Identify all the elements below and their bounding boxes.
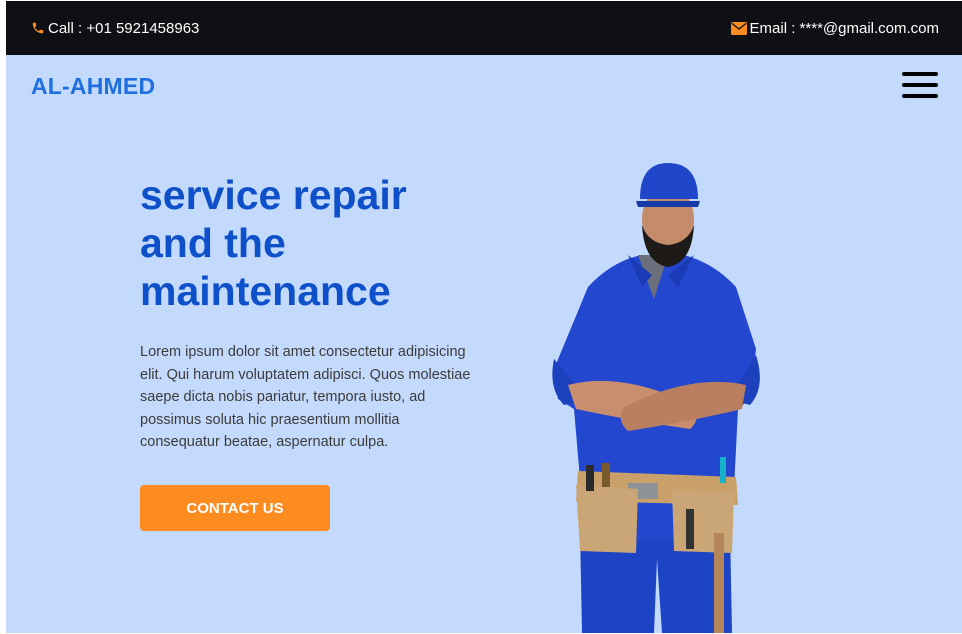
phone-contact[interactable]: Call : +01 5921458963 [31, 20, 199, 37]
hamburger-line [902, 94, 938, 98]
email-contact[interactable]: Email : ****@gmail.com.com [730, 19, 939, 37]
hamburger-line [902, 83, 938, 87]
repairman-image [552, 163, 760, 633]
hamburger-line [902, 72, 938, 76]
top-contact-bar: Call : +01 5921458963 Email : ****@gmail… [6, 1, 962, 55]
phone-icon [31, 21, 45, 35]
hamburger-icon[interactable] [902, 72, 938, 98]
hero-description: Lorem ipsum dolor sit amet consectetur a… [140, 344, 471, 451]
phone-text: Call : +01 5921458963 [48, 19, 200, 37]
contact-us-button[interactable]: CONTACT US [140, 485, 330, 531]
email-text: Email : ****@gmail.com.com [749, 19, 939, 37]
page-frame: Call : +01 5921458963 Email : ****@gmail… [6, 1, 962, 633]
envelope-icon [730, 21, 747, 35]
hero-title: service repair and the maintenance [140, 172, 407, 314]
brand-logo[interactable]: AL-AHMED [31, 73, 155, 100]
